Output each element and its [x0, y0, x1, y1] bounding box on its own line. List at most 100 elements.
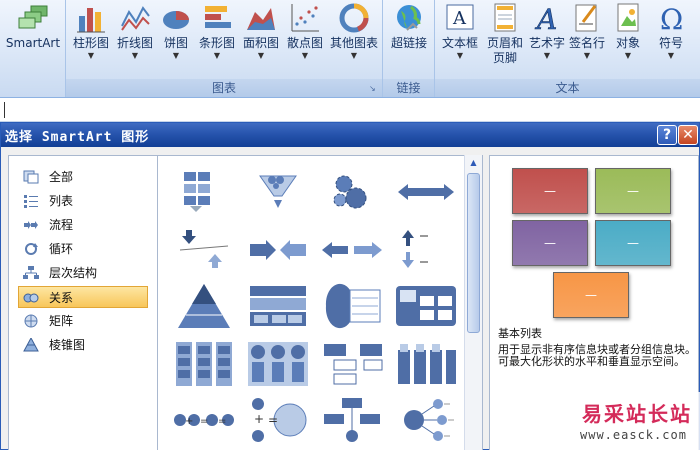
layout-thumbnail[interactable]	[246, 282, 310, 330]
symbol-label: 符号	[658, 36, 683, 50]
smartart-icon	[18, 5, 48, 29]
svg-text:+: +	[254, 412, 264, 426]
chevron-down-icon: ▼	[87, 51, 95, 60]
preview-shape-label: —	[544, 184, 556, 198]
svg-text:A: A	[534, 3, 557, 34]
scrollbar-thumb[interactable]	[467, 173, 480, 333]
other-charts-label: 其他图表	[329, 36, 378, 50]
category-label: 层次结构	[49, 266, 98, 280]
smartart-label: SmartArt	[5, 36, 61, 50]
layout-thumbnail[interactable]	[394, 282, 458, 330]
textbox-icon: A	[446, 4, 474, 30]
category-pyramid[interactable]: 棱锥图	[19, 334, 149, 356]
layout-thumbnail[interactable]	[394, 168, 458, 216]
layout-thumbnail[interactable]	[320, 396, 384, 444]
column-chart-icon	[77, 8, 105, 33]
signature-line-button[interactable]: 签名行 ▼	[567, 2, 607, 61]
column-chart-button[interactable]: 柱形图 ▼	[70, 2, 112, 61]
document-area[interactable]	[0, 98, 700, 122]
pie-chart-label: 饼图	[163, 36, 188, 50]
category-matrix[interactable]: 矩阵	[19, 310, 149, 332]
smartart-button[interactable]: SmartArt	[4, 2, 62, 51]
gallery-scrollbar[interactable]: ▲	[464, 155, 482, 450]
preview-shape-label: —	[585, 288, 597, 302]
ribbon-group-text: A 文本框 ▼ 页眉和 页脚 A 艺术字 ▼ 签名行 ▼ 对象 ▼ Ω 符号 ▼…	[435, 0, 700, 97]
chevron-down-icon: ▼	[667, 51, 675, 60]
category-process[interactable]: 流程	[19, 214, 149, 236]
other-charts-button[interactable]: 其他图表 ▼	[328, 2, 380, 61]
textbox-button[interactable]: A 文本框 ▼	[439, 2, 481, 61]
layout-thumbnail[interactable]	[246, 340, 310, 388]
bar-chart-button[interactable]: 条形图 ▼	[196, 2, 238, 61]
pie-chart-icon	[163, 11, 189, 29]
line-chart-label: 折线图	[116, 36, 153, 50]
process-icon	[24, 221, 38, 229]
dialog-title: 选择 SmartArt 图形	[5, 130, 150, 145]
ribbon-group-illustrations: SmartArt	[0, 0, 66, 97]
hyperlink-label: 超链接	[390, 36, 427, 50]
layout-thumbnail[interactable]	[320, 340, 384, 388]
scatter-chart-button[interactable]: 散点图 ▼	[284, 2, 326, 61]
dialog-titlebar[interactable]: 选择 SmartArt 图形 ? ✕	[1, 123, 699, 147]
watermark-url: www.easck.com	[580, 428, 687, 442]
chevron-down-icon: ▼	[301, 51, 309, 60]
header-footer-button[interactable]: 页眉和 页脚	[483, 2, 527, 66]
layout-thumbnail[interactable]	[246, 226, 310, 274]
layout-thumbnail[interactable]	[320, 282, 384, 330]
line-chart-icon	[121, 6, 150, 31]
pyramid-icon	[23, 338, 39, 352]
layout-thumbnail[interactable]: + =	[246, 396, 310, 444]
hyperlink-button[interactable]: 超链接	[386, 2, 432, 51]
ribbon-group-links: 超链接 链接	[383, 0, 435, 97]
chevron-down-icon: ▼	[583, 51, 591, 60]
layout-thumbnail[interactable]	[394, 226, 458, 274]
scatter-chart-icon	[291, 4, 319, 32]
object-button[interactable]: 对象 ▼	[609, 2, 647, 61]
signature-icon	[575, 4, 597, 32]
category-label: 棱锥图	[49, 338, 86, 352]
pie-chart-button[interactable]: 饼图 ▼	[158, 2, 194, 61]
preview-title: 基本列表	[498, 327, 542, 340]
relationship-icon	[23, 293, 39, 303]
close-button[interactable]: ✕	[678, 125, 698, 145]
dialog-launcher-icon[interactable]: ↘	[369, 84, 379, 94]
watermark-text: 易采站长站	[582, 402, 692, 426]
category-list: 全部 列表 流程 循环 层次结构 关系 矩阵 棱锥图	[8, 155, 158, 450]
area-chart-button[interactable]: 面积图 ▼	[240, 2, 282, 61]
preview-shape: —	[553, 272, 629, 318]
layout-thumbnail[interactable]	[172, 168, 236, 216]
category-label: 循环	[49, 242, 74, 256]
scroll-up-icon[interactable]: ▲	[467, 157, 480, 169]
category-hierarchy[interactable]: 层次结构	[19, 262, 149, 284]
layout-thumbnail[interactable]: + = =	[172, 396, 236, 444]
layout-thumbnail[interactable]	[246, 168, 310, 216]
category-cycle[interactable]: 循环	[19, 238, 149, 260]
layout-thumbnail[interactable]	[320, 168, 384, 216]
symbol-button[interactable]: Ω 符号 ▼	[651, 2, 691, 61]
object-label: 对象	[615, 36, 640, 50]
layout-thumbnail[interactable]	[172, 226, 236, 274]
category-all[interactable]: 全部	[19, 166, 149, 188]
layout-thumbnail[interactable]	[320, 226, 384, 274]
bar-chart-icon	[205, 6, 231, 28]
svg-text:=: =	[200, 416, 208, 427]
chevron-down-icon: ▼	[213, 51, 221, 60]
wordart-button[interactable]: A 艺术字 ▼	[527, 2, 567, 61]
category-relationship[interactable]: 关系	[18, 286, 148, 308]
layout-thumbnail[interactable]	[172, 340, 236, 388]
layout-thumbnail[interactable]	[394, 340, 458, 388]
omega-icon: Ω	[660, 3, 683, 34]
column-chart-label: 柱形图	[72, 36, 109, 50]
bar-chart-label: 条形图	[198, 36, 235, 50]
hierarchy-icon	[23, 266, 39, 279]
all-icon	[23, 170, 39, 184]
preview-shape-label: —	[544, 236, 556, 250]
layout-thumbnail[interactable]	[172, 282, 236, 330]
layout-thumbnail[interactable]	[394, 396, 458, 444]
cycle-icon	[25, 243, 38, 255]
line-chart-button[interactable]: 折线图 ▼	[114, 2, 156, 61]
category-list-item[interactable]: 列表	[19, 190, 149, 212]
header-footer-label-2: 页脚	[492, 51, 517, 65]
ribbon: SmartArt 柱形图 ▼ 折线图 ▼ 饼图 ▼ 条形图 ▼ 面积图 ▼ 散点…	[0, 0, 700, 98]
help-button[interactable]: ?	[657, 125, 677, 145]
